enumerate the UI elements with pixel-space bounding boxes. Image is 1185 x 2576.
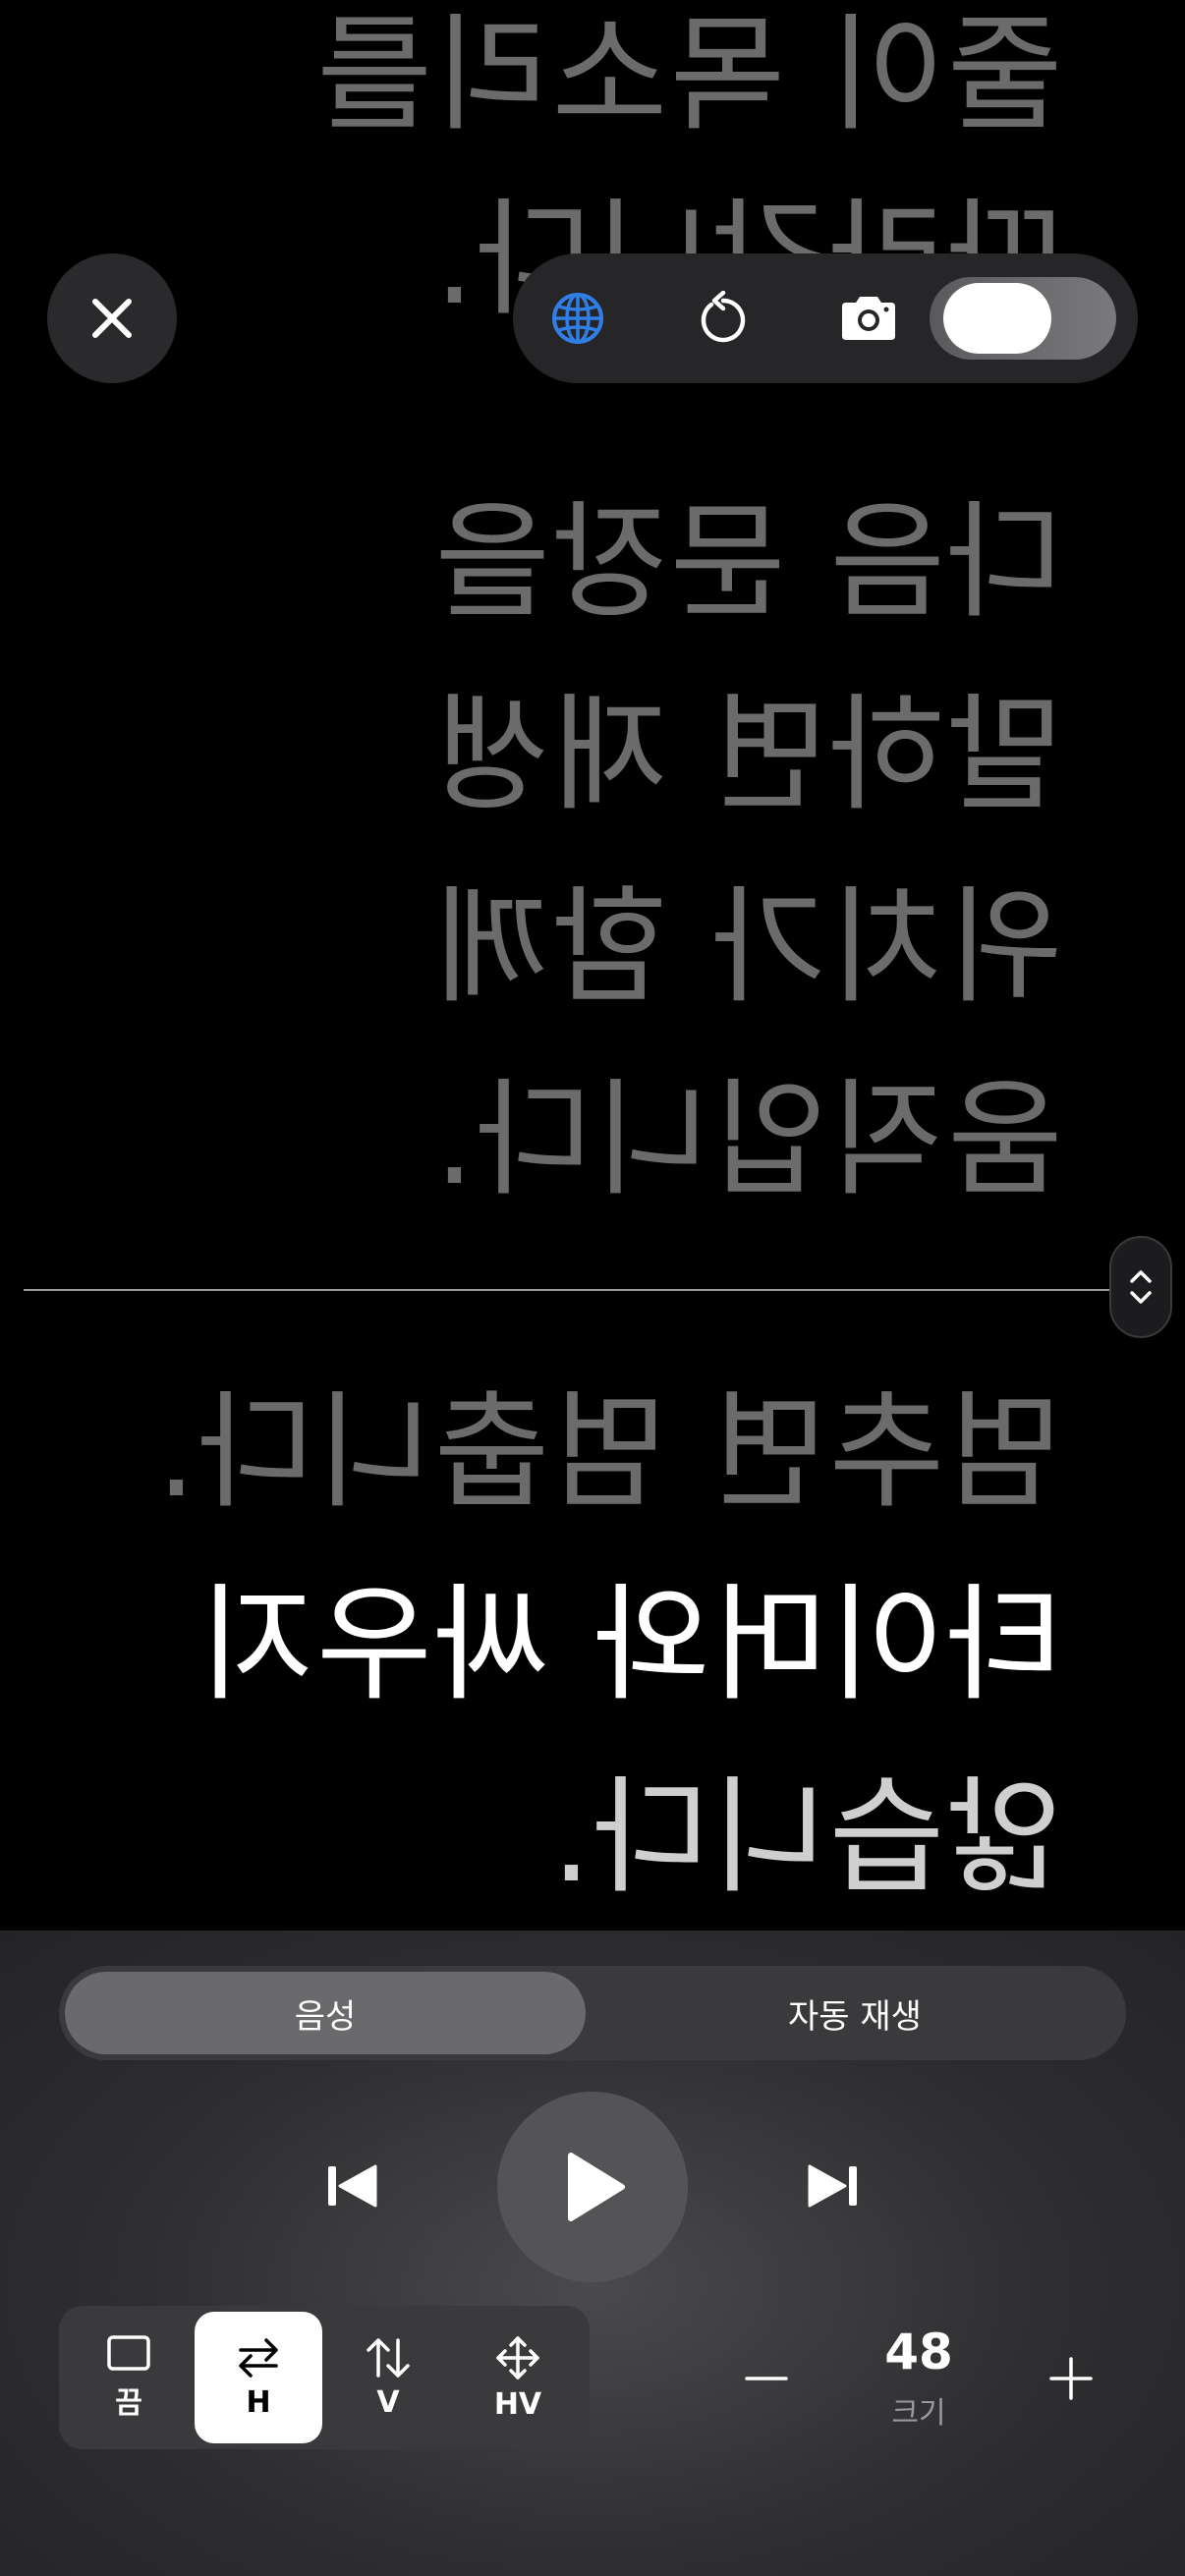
prompter-line: 말하면 재생 [431, 682, 1063, 828]
play-button[interactable] [497, 2092, 688, 2282]
restart-icon [701, 291, 746, 343]
mode-hv-button[interactable]: HV [454, 2312, 582, 2443]
mode-label: V [376, 2384, 400, 2420]
cue-line-drag-handle[interactable] [1109, 1236, 1172, 1338]
prompter-line: 줄이 목소리를 [313, 2, 1062, 148]
chevron-up-down-icon [1130, 1270, 1152, 1304]
mode-label: 끔 [115, 2386, 142, 2421]
prompter-line: 다음 문장을 [431, 489, 1063, 636]
toggle-knob [943, 283, 1051, 354]
prompter-line: 멈추면 멈춥니다. [154, 1379, 1062, 1526]
minus-icon [745, 2377, 788, 2380]
restart-button[interactable] [692, 287, 755, 350]
segment-auto-play[interactable]: 자동 재생 [590, 1972, 1120, 2054]
control-panel: 음성 자동 재생 끔 H V HV 48 크기 [0, 1931, 1185, 2576]
previous-button[interactable] [316, 2153, 387, 2219]
mode-label: H [246, 2384, 271, 2420]
mode-v-button[interactable]: V [324, 2312, 452, 2443]
skip-forward-icon [808, 2164, 857, 2208]
mirror-toggle[interactable] [930, 277, 1116, 360]
mode-h-button[interactable]: H [195, 2312, 322, 2443]
plus-icon [1049, 2357, 1093, 2400]
horizontal-arrows-icon [239, 2337, 278, 2378]
mode-label: HV [493, 2386, 542, 2422]
globe-icon [552, 293, 603, 344]
increase-size-button[interactable] [1012, 2329, 1130, 2428]
decrease-size-button[interactable] [707, 2329, 825, 2428]
font-size-control: 48 크기 [707, 2306, 1130, 2449]
camera-button[interactable] [837, 287, 900, 350]
prompter-line: 않습니다. [549, 1764, 1062, 1911]
size-label: 크기 [891, 2396, 946, 2431]
language-button[interactable] [546, 287, 609, 350]
mode-off-button[interactable]: 끔 [65, 2312, 193, 2443]
prompter-line: 위치가 함께 [431, 874, 1063, 1021]
top-toolbar [513, 253, 1138, 383]
transport-controls [0, 2088, 1185, 2284]
segment-voice[interactable]: 음성 [65, 1972, 586, 2054]
next-button[interactable] [798, 2153, 869, 2219]
prompter-line: 움직입니다. [431, 1067, 1063, 1213]
vertical-arrows-icon [367, 2337, 410, 2378]
play-icon [568, 2153, 625, 2221]
skip-back-icon [328, 2164, 377, 2208]
close-button[interactable] [47, 253, 177, 383]
camera-icon [842, 297, 895, 340]
scroll-mode-selector: 끔 H V HV [59, 2306, 590, 2449]
prompter-line-current: 타이머와 싸우지 [196, 1572, 1062, 1718]
move-arrows-icon [496, 2335, 539, 2380]
reading-cue-line [24, 1289, 1114, 1291]
mode-segmented-control: 음성 자동 재생 [59, 1966, 1126, 2060]
size-value: 48 [884, 2324, 953, 2380]
square-icon [107, 2335, 150, 2371]
close-icon [92, 299, 132, 338]
